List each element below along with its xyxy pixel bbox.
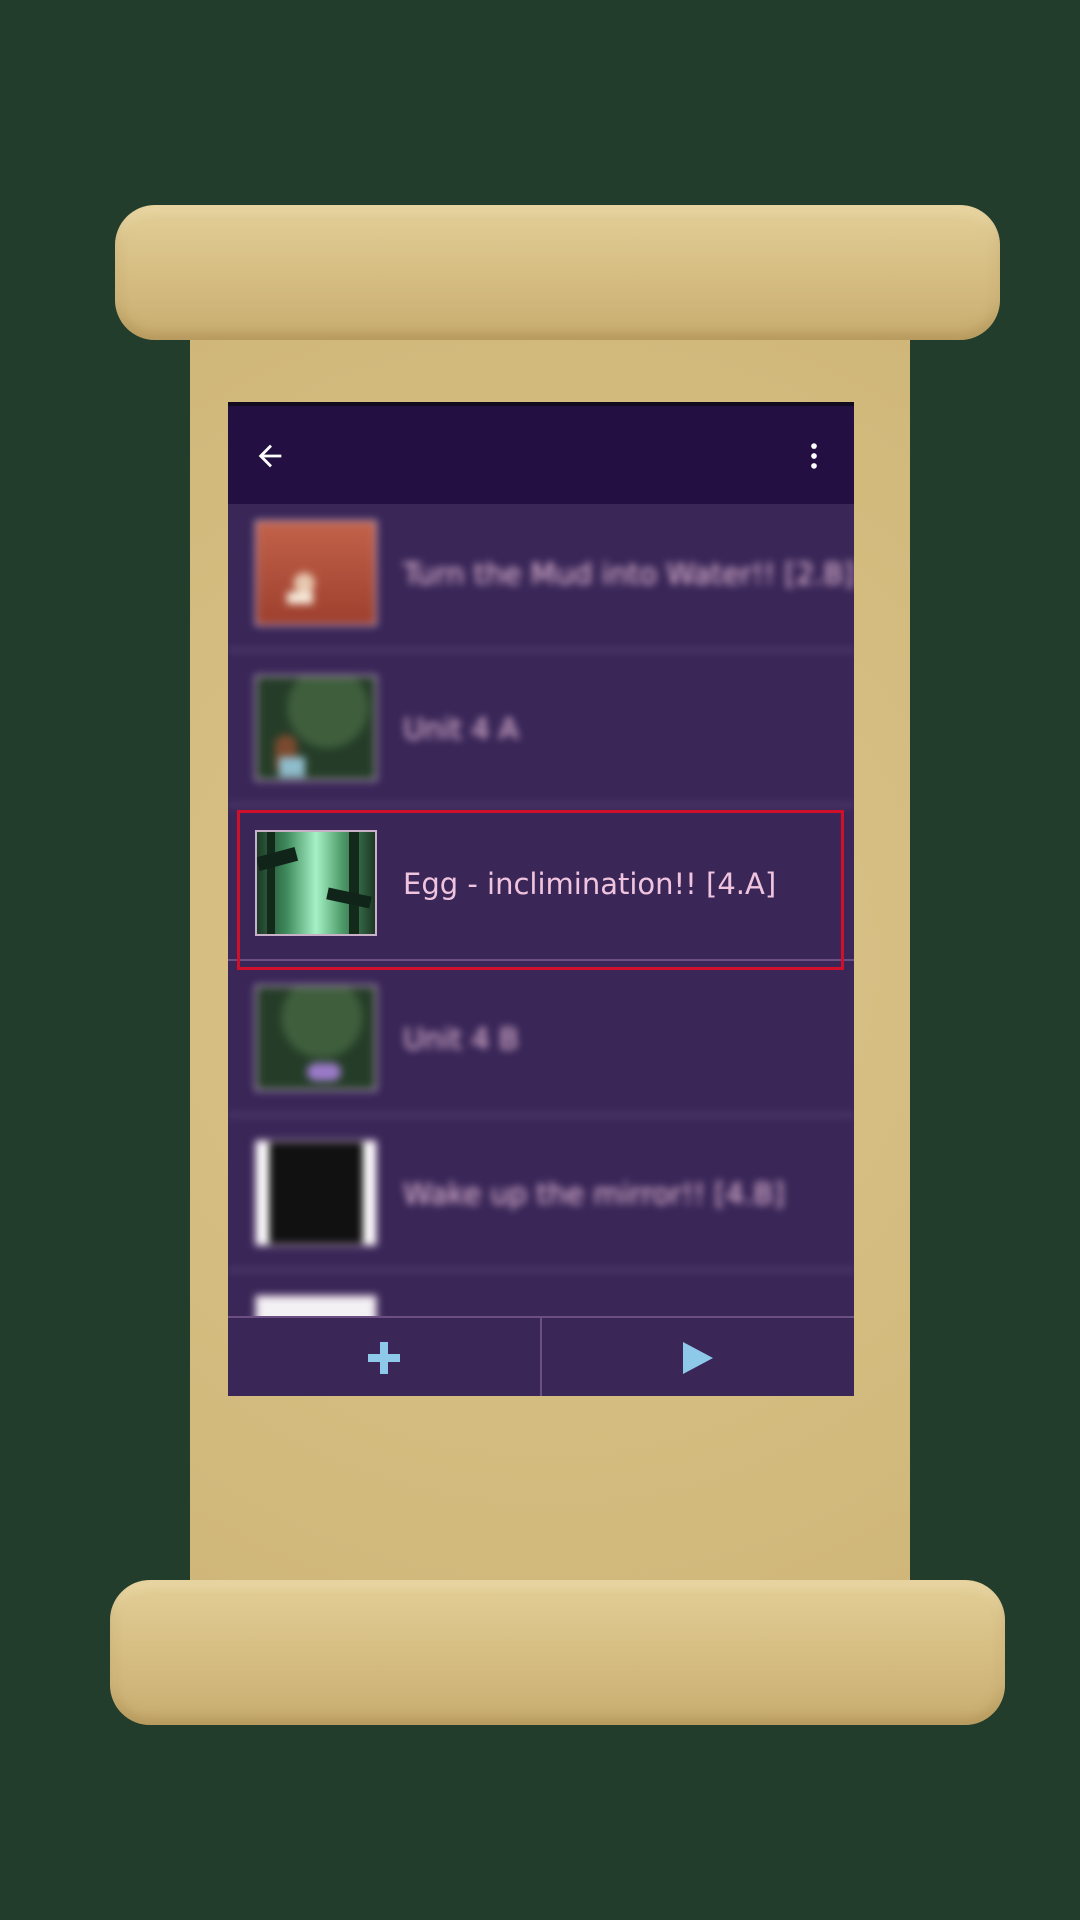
list-item[interactable] bbox=[228, 1271, 854, 1316]
lesson-title: Unit 4 A bbox=[403, 711, 519, 746]
arrow-left-icon[interactable] bbox=[248, 434, 292, 478]
scroll-bottom-roll bbox=[110, 1580, 1005, 1725]
list-item[interactable]: Turn the Mud into Water!! [2.B] bbox=[228, 504, 854, 651]
play-icon[interactable] bbox=[542, 1318, 854, 1396]
more-vert-icon[interactable] bbox=[792, 434, 836, 478]
lesson-thumbnail bbox=[255, 830, 377, 936]
lesson-thumbnail bbox=[255, 520, 377, 626]
bottom-action-bar bbox=[228, 1316, 854, 1396]
list-item[interactable]: Wake up the mirror!! [4.B] bbox=[228, 1116, 854, 1271]
list-item-selected[interactable]: Egg - inclimination!! [4.A] bbox=[228, 806, 854, 970]
list-item[interactable]: Unit 4 B bbox=[228, 961, 854, 1116]
app-bar bbox=[228, 406, 854, 504]
lesson-title: Egg - inclimination!! [4.A] bbox=[403, 866, 777, 901]
lesson-thumbnail bbox=[255, 1295, 377, 1316]
lesson-title: Unit 4 B bbox=[403, 1021, 519, 1056]
app-screen: Turn the Mud into Water!! [2.B] Unit 4 A… bbox=[228, 402, 854, 1396]
lesson-title: Turn the Mud into Water!! [2.B] bbox=[403, 556, 854, 591]
lesson-title: Wake up the mirror!! [4.B] bbox=[403, 1176, 785, 1211]
scroll-top-roll bbox=[115, 205, 1000, 340]
lesson-thumbnail bbox=[255, 985, 377, 1091]
list-item[interactable]: Unit 4 A bbox=[228, 651, 854, 806]
lesson-list[interactable]: Turn the Mud into Water!! [2.B] Unit 4 A… bbox=[228, 504, 854, 1316]
plus-icon[interactable] bbox=[228, 1318, 540, 1396]
lesson-thumbnail bbox=[255, 1140, 377, 1246]
lesson-thumbnail bbox=[255, 675, 377, 781]
